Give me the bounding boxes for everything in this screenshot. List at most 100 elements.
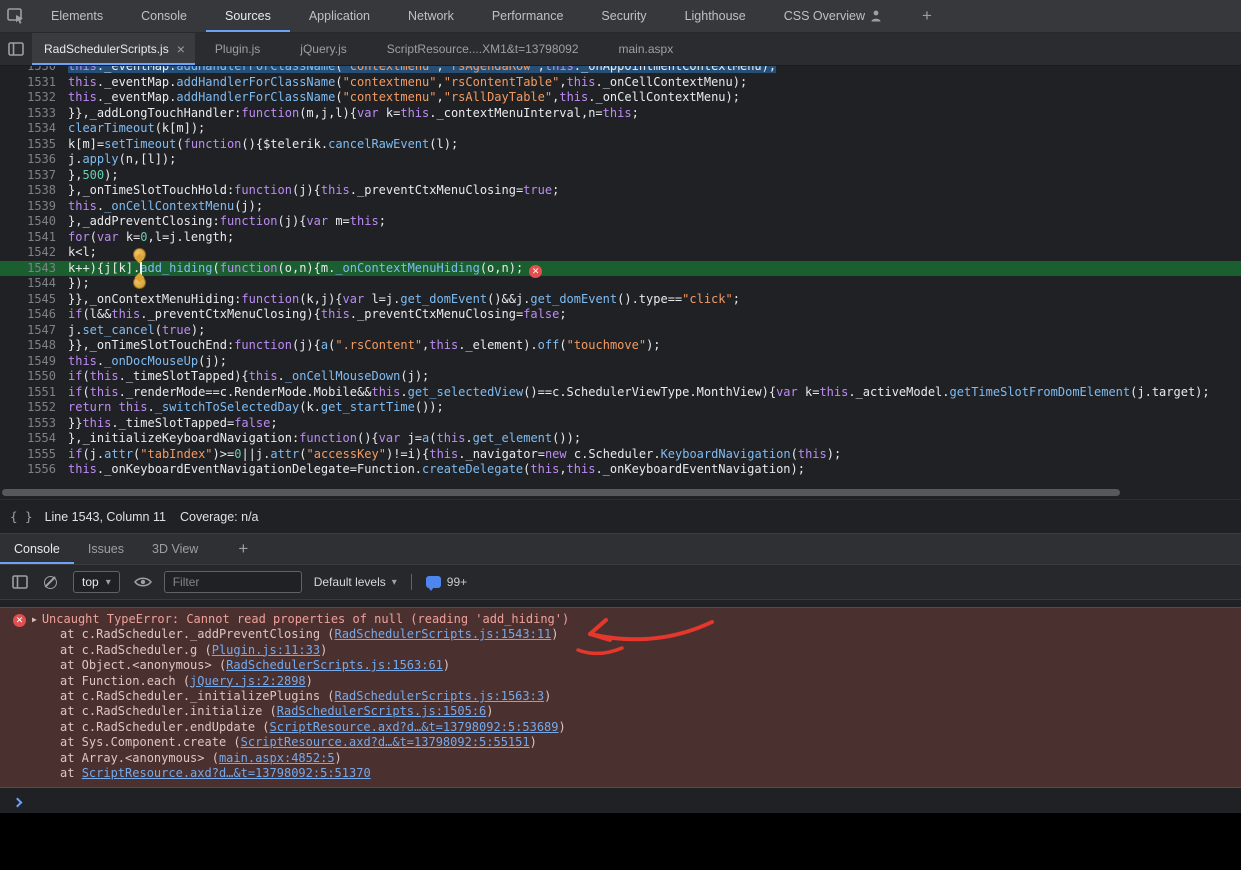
panel-tab-label: Console — [141, 9, 187, 23]
code-line-1543[interactable]: 1543k++){j[k].add_hiding(function(o,n){m… — [0, 261, 1241, 277]
panel-tab-network[interactable]: Network — [389, 0, 473, 32]
navigator-toggle-icon[interactable] — [0, 33, 32, 65]
file-tab-main-aspx[interactable]: main.aspx — [599, 33, 694, 65]
code-line-1556[interactable]: 1556this._onKeyboardEventNavigationDeleg… — [0, 462, 1241, 478]
file-tab-jquery-js[interactable]: jQuery.js — [280, 33, 366, 65]
horizontal-scrollbar[interactable] — [0, 487, 1241, 499]
code-line-1542[interactable]: 1542k<l; — [0, 245, 1241, 261]
stack-frame-text: ) — [551, 627, 558, 641]
code-line-1554[interactable]: 1554},_initializeKeyboardNavigation:func… — [0, 431, 1241, 447]
file-tab-scriptresource-xm1-t-13798092[interactable]: ScriptResource....XM1&t=13798092 — [367, 33, 599, 65]
clear-console-icon[interactable] — [44, 576, 57, 589]
panel-tab-console[interactable]: Console — [122, 0, 206, 32]
panel-tab-lighthouse[interactable]: Lighthouse — [666, 0, 765, 32]
code-line-1551[interactable]: 1551if(this._renderMode==c.RenderMode.Mo… — [0, 385, 1241, 401]
stack-frame-link[interactable]: RadSchedulerScripts.js:1505:6 — [277, 704, 487, 718]
code-text: }); — [56, 276, 1241, 292]
code-line-1537[interactable]: 1537},500); — [0, 168, 1241, 184]
stack-frame-link[interactable]: ScriptResource.axd?d…&t=13798092:5:53689 — [270, 720, 559, 734]
selection-handle-top[interactable] — [133, 248, 146, 261]
panel-tab-label: Sources — [225, 9, 271, 23]
stack-frame-link[interactable]: ScriptResource.axd?d…&t=13798092:5:55151 — [241, 735, 530, 749]
code-line-1544[interactable]: 1544}); — [0, 276, 1241, 292]
code-line-1550[interactable]: 1550if(this._timeSlotTapped){this._onCel… — [0, 369, 1241, 385]
line-number: 1555 — [0, 447, 56, 463]
code-text: j.set_cancel(true); — [56, 323, 1241, 339]
stack-frame: at Array.<anonymous> (main.aspx:4852:5) — [0, 751, 1241, 766]
console-sidebar-toggle-icon[interactable] — [12, 575, 28, 589]
line-text: this._eventMap.addHandlerForClassName("c… — [68, 66, 776, 73]
code-line-1535[interactable]: 1535k[m]=setTimeout(function(){$telerik.… — [0, 137, 1241, 153]
console-error-message[interactable]: Uncaught TypeError: Cannot read properti… — [0, 612, 1241, 627]
code-line-1536[interactable]: 1536j.apply(n,[l]); — [0, 152, 1241, 168]
console-toolbar: top ▾ Default levels ▾ 99+ — [0, 565, 1241, 600]
stack-frame: at ScriptResource.axd?d…&t=13798092:5:51… — [0, 766, 1241, 781]
panel-tab-security[interactable]: Security — [582, 0, 665, 32]
live-expression-eye-icon[interactable] — [134, 576, 152, 588]
selection-handle-bottom[interactable] — [133, 276, 146, 289]
code-line-1552[interactable]: 1552return this._switchToSelectedDay(k.g… — [0, 400, 1241, 416]
issues-counter[interactable]: 99+ — [426, 575, 467, 589]
code-line-1553[interactable]: 1553}}this._timeSlotTapped=false; — [0, 416, 1241, 432]
stack-frame-link[interactable]: ScriptResource.axd?d…&t=13798092:5:51370 — [82, 766, 371, 780]
panel-tab-performance[interactable]: Performance — [473, 0, 583, 32]
panel-tab-elements[interactable]: Elements — [32, 0, 122, 32]
code-line-1539[interactable]: 1539this._onCellContextMenu(j); — [0, 199, 1241, 215]
line-number: 1536 — [0, 152, 56, 168]
code-line-1540[interactable]: 1540},_addPreventClosing:function(j){var… — [0, 214, 1241, 230]
console-prompt[interactable] — [0, 791, 1241, 813]
stack-frame-text: ) — [530, 735, 537, 749]
pretty-print-button[interactable]: { } — [10, 509, 33, 524]
log-levels-dropdown[interactable]: Default levels ▾ — [314, 575, 397, 589]
drawer-tab-console[interactable]: Console — [0, 534, 74, 564]
scrollbar-thumb[interactable] — [2, 489, 1120, 496]
panel-tab-application[interactable]: Application — [290, 0, 389, 32]
code-text: return this._switchToSelectedDay(k.get_s… — [56, 400, 1241, 416]
file-tab-plugin-js[interactable]: Plugin.js — [195, 33, 280, 65]
file-tab-label: RadSchedulerScripts.js — [44, 42, 169, 56]
stack-frame-link[interactable]: Plugin.js:11:33 — [212, 643, 320, 657]
close-icon[interactable]: × — [177, 42, 185, 56]
line-number: 1550 — [0, 369, 56, 385]
stack-frame-link[interactable]: main.aspx:4852:5 — [219, 751, 335, 765]
code-line-1547[interactable]: 1547j.set_cancel(true); — [0, 323, 1241, 339]
stack-frame-link[interactable]: jQuery.js:2:2898 — [190, 674, 306, 688]
code-line-1532[interactable]: 1532this._eventMap.addHandlerForClassNam… — [0, 90, 1241, 106]
line-number: 1547 — [0, 323, 56, 339]
coverage-status[interactable]: Coverage: n/a — [180, 510, 259, 524]
filter-input[interactable] — [164, 571, 302, 593]
code-line-1548[interactable]: 1548}},_onTimeSlotTouchEnd:function(j){a… — [0, 338, 1241, 354]
stack-frame-text: at c.RadScheduler.g ( — [60, 643, 212, 657]
context-selector[interactable]: top ▾ — [73, 571, 120, 593]
code-text: if(this._renderMode==c.RenderMode.Mobile… — [56, 385, 1241, 401]
stack-frame-link[interactable]: RadSchedulerScripts.js:1563:3 — [335, 689, 545, 703]
code-line-1546[interactable]: 1546if(l&&this._preventCtxMenuClosing){t… — [0, 307, 1241, 323]
line-number: 1539 — [0, 199, 56, 215]
add-panel-button[interactable]: + — [922, 6, 932, 26]
stack-frame-link[interactable]: RadSchedulerScripts.js:1543:11 — [335, 627, 552, 641]
source-editor[interactable]: 1530this._eventMap.addHandlerForClassNam… — [0, 66, 1241, 487]
drawer-tab-issues[interactable]: Issues — [74, 534, 138, 564]
panel-tab-sources[interactable]: Sources — [206, 0, 290, 32]
stack-frame: at c.RadScheduler._initializePlugins (Ra… — [0, 689, 1241, 704]
panel-tab-css-overview[interactable]: CSS Overview — [765, 0, 900, 32]
code-line-1533[interactable]: 1533}},_addLongTouchHandler:function(m,j… — [0, 106, 1241, 122]
stack-trace: at c.RadScheduler._addPreventClosing (Ra… — [0, 627, 1241, 781]
expand-triangle-icon[interactable] — [32, 615, 37, 624]
inspect-element-icon[interactable] — [0, 0, 32, 32]
code-line-1545[interactable]: 1545}},_onContextMenuHiding:function(k,j… — [0, 292, 1241, 308]
add-drawer-tab-button[interactable]: + — [238, 539, 248, 559]
stack-frame-text: ) — [335, 751, 342, 765]
stack-frame-text: at c.RadScheduler.initialize ( — [60, 704, 277, 718]
code-line-1549[interactable]: 1549this._onDocMouseUp(j); — [0, 354, 1241, 370]
code-line-1531[interactable]: 1531this._eventMap.addHandlerForClassNam… — [0, 75, 1241, 91]
stack-frame-text: ) — [443, 658, 450, 672]
code-line-1534[interactable]: 1534clearTimeout(k[m]); — [0, 121, 1241, 137]
file-tab-radschedulerscripts-js[interactable]: RadSchedulerScripts.js × — [32, 33, 195, 65]
code-line-1555[interactable]: 1555if(j.attr("tabIndex")>=0||j.attr("ac… — [0, 447, 1241, 463]
code-line-1530[interactable]: 1530this._eventMap.addHandlerForClassNam… — [0, 66, 1241, 75]
drawer-tab-3d-view[interactable]: 3D View — [138, 534, 212, 564]
code-line-1538[interactable]: 1538},_onTimeSlotTouchHold:function(j){t… — [0, 183, 1241, 199]
stack-frame-link[interactable]: RadSchedulerScripts.js:1563:61 — [226, 658, 443, 672]
code-line-1541[interactable]: 1541for(var k=0,l=j.length; — [0, 230, 1241, 246]
